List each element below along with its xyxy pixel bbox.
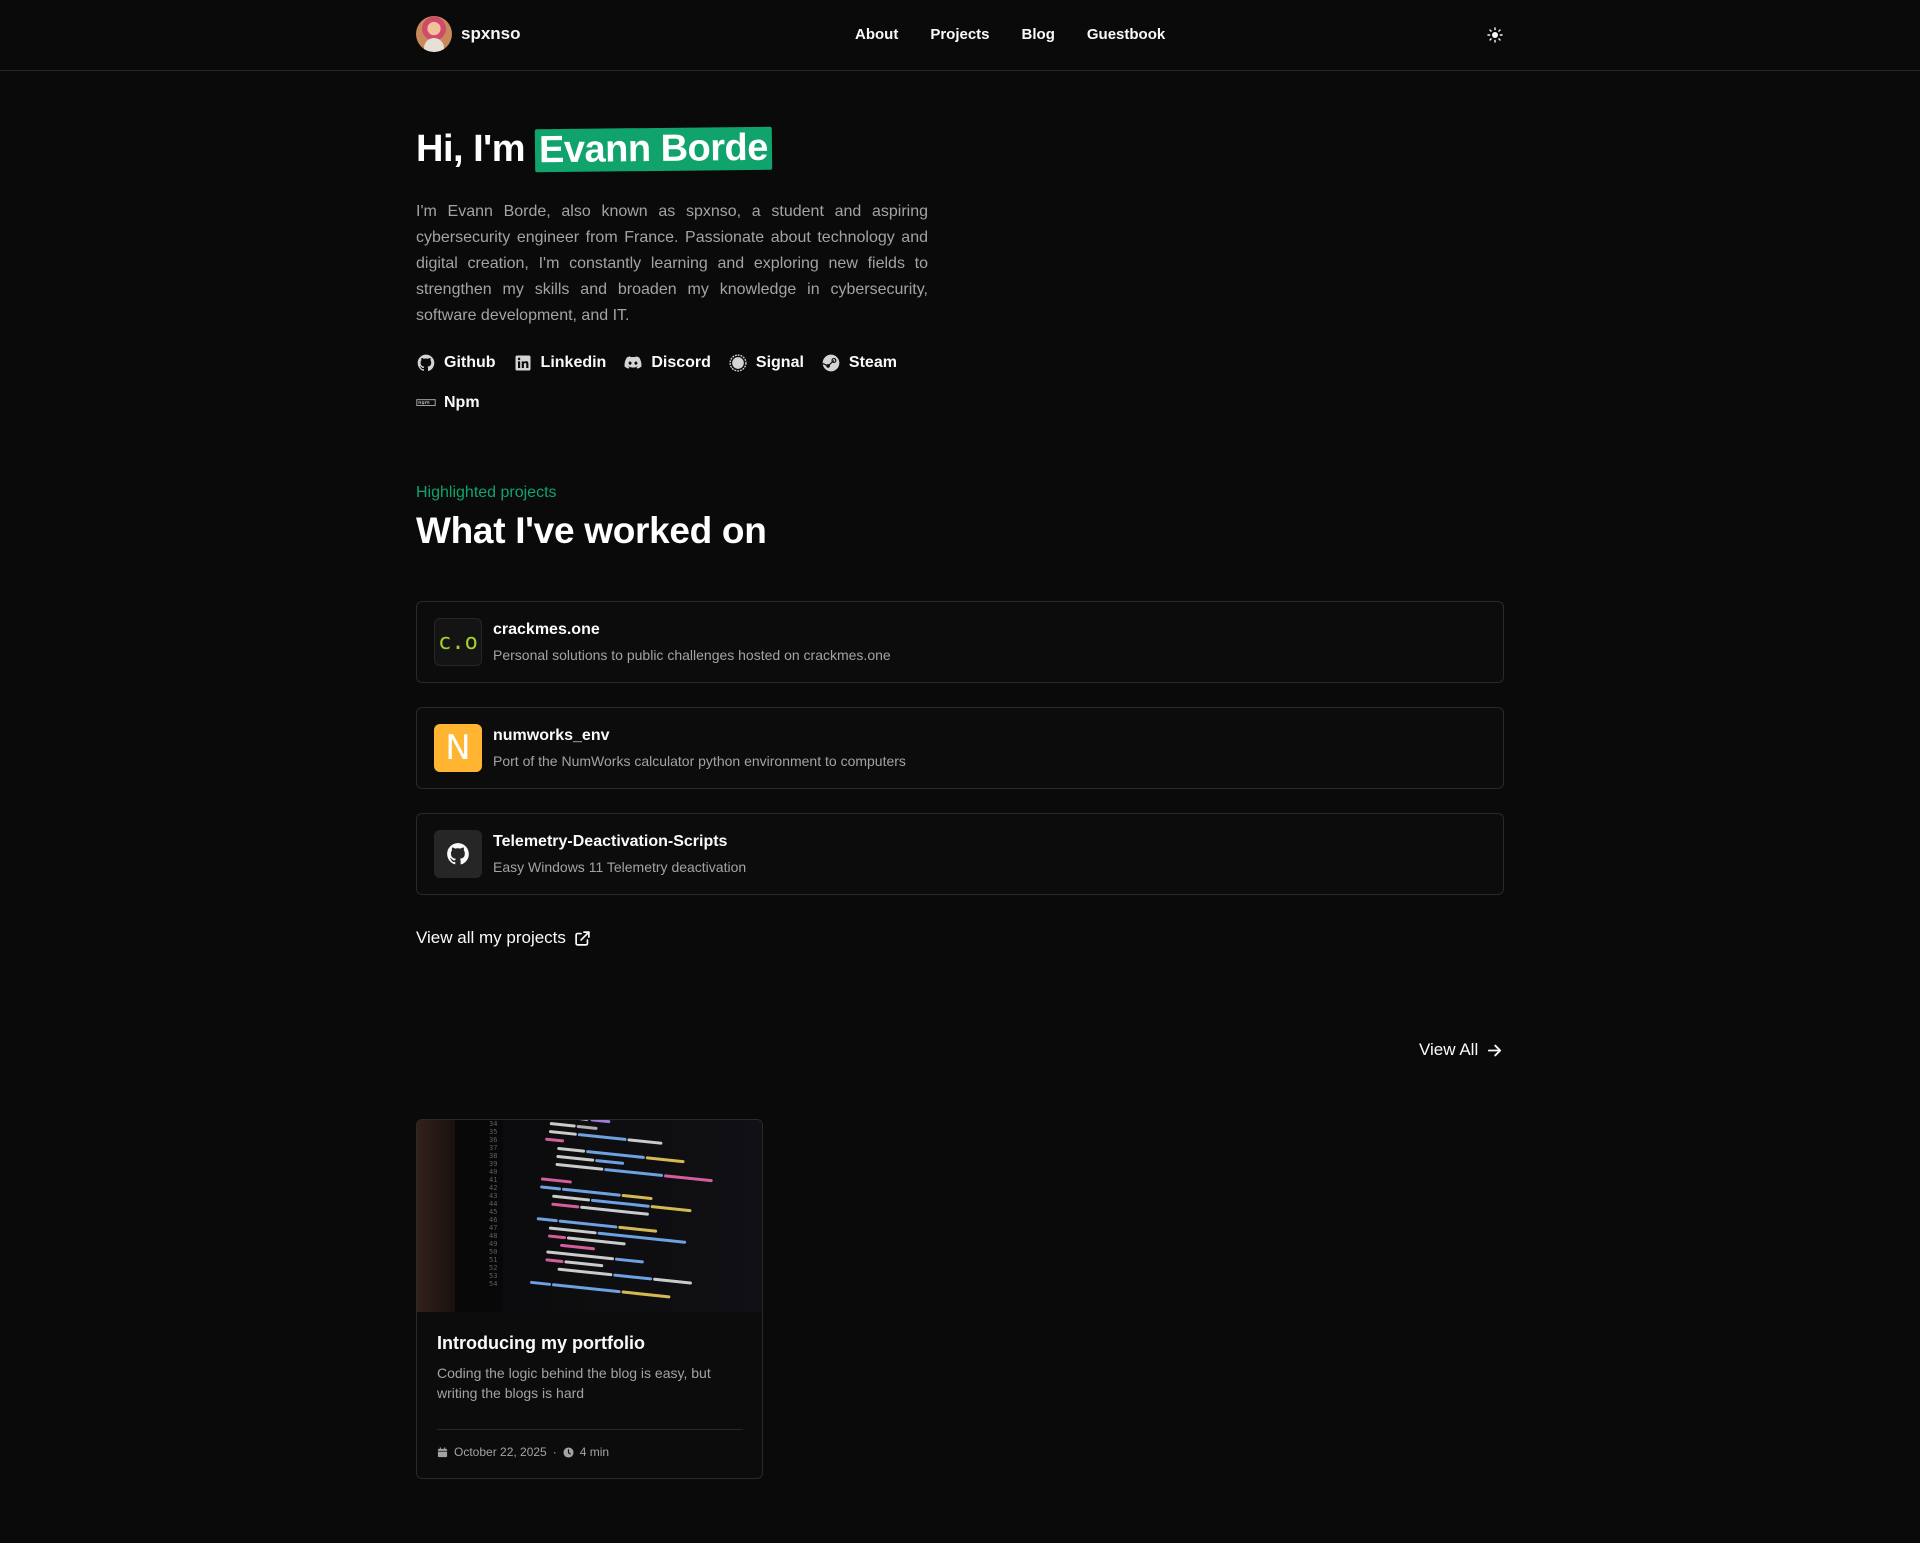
social-steam-label: Steam bbox=[848, 354, 897, 371]
blog-post-thumbnail: 343536 373839 404142 434445 464748 49505… bbox=[417, 1120, 762, 1312]
brand-home-link[interactable]: spxnso bbox=[416, 16, 521, 52]
discord-icon bbox=[624, 356, 642, 369]
social-linkedin-link[interactable]: Linkedin bbox=[513, 352, 607, 374]
site-header: spxnso About Projects Blog Guestbook bbox=[0, 0, 1920, 71]
social-links: Github Linkedin Discord Signal Steam Npm bbox=[416, 352, 936, 414]
numworks-logo: N bbox=[434, 724, 482, 772]
view-all-projects-link[interactable]: View all my projects bbox=[416, 928, 591, 948]
github-icon bbox=[417, 354, 435, 372]
github-logo-icon bbox=[434, 830, 482, 878]
blog-post-read-time: 4 min bbox=[579, 1445, 610, 1459]
blog-post-description: Coding the logic behind the blog is easy… bbox=[437, 1365, 711, 1401]
nav-blog[interactable]: Blog bbox=[1022, 26, 1055, 43]
project-description: Personal solutions to public challenges … bbox=[493, 647, 891, 663]
social-signal-link[interactable]: Signal bbox=[728, 352, 804, 374]
social-discord-label: Discord bbox=[651, 354, 711, 371]
social-github-link[interactable]: Github bbox=[416, 352, 496, 374]
blog-post-title: Introducing my portfolio bbox=[437, 1333, 645, 1353]
crackmes-logo: c.o bbox=[434, 618, 482, 666]
avatar bbox=[416, 16, 452, 52]
project-description: Easy Windows 11 Telemetry deactivation bbox=[493, 859, 747, 875]
project-title: Telemetry-Deactivation-Scripts bbox=[493, 833, 728, 850]
project-card-numworks[interactable]: N numworks_env Port of the NumWorks calc… bbox=[416, 707, 1504, 789]
social-github-label: Github bbox=[444, 354, 496, 371]
social-npm-link[interactable]: Npm bbox=[416, 392, 480, 414]
hero-description: I'm Evann Borde, also known as spxnso, a… bbox=[416, 203, 928, 324]
social-discord-link[interactable]: Discord bbox=[623, 352, 711, 374]
hero-name-highlight: Evann Borde bbox=[534, 126, 773, 173]
nav-guestbook[interactable]: Guestbook bbox=[1087, 26, 1165, 43]
nav-about[interactable]: About bbox=[855, 26, 898, 43]
sun-icon[interactable] bbox=[1487, 27, 1503, 43]
blog-post-meta: October 22, 2025 · 4 min bbox=[437, 1445, 609, 1459]
projects-section-title: What I've worked on bbox=[416, 510, 767, 551]
linkedin-icon bbox=[515, 355, 531, 371]
view-all-blog-label: View All bbox=[1419, 1040, 1479, 1059]
project-card-crackmes[interactable]: c.o crackmes.one Personal solutions to p… bbox=[416, 601, 1504, 683]
npm-icon bbox=[416, 399, 436, 406]
nav-projects[interactable]: Projects bbox=[930, 26, 989, 43]
social-steam-link[interactable]: Steam bbox=[821, 352, 897, 374]
social-npm-label: Npm bbox=[444, 394, 480, 411]
steam-icon bbox=[822, 354, 840, 372]
signal-icon bbox=[729, 354, 747, 372]
project-description: Port of the NumWorks calculator python e… bbox=[493, 753, 906, 769]
view-all-blog-link[interactable]: View All bbox=[1419, 1040, 1503, 1060]
meta-separator: · bbox=[552, 1445, 557, 1459]
main-nav: About Projects Blog Guestbook bbox=[855, 26, 1165, 43]
blog-post-date: October 22, 2025 bbox=[454, 1445, 547, 1459]
project-title: numworks_env bbox=[493, 727, 610, 744]
social-signal-label: Signal bbox=[755, 354, 804, 371]
social-linkedin-label: Linkedin bbox=[540, 354, 607, 371]
project-card-telemetry[interactable]: Telemetry-Deactivation-Scripts Easy Wind… bbox=[416, 813, 1504, 895]
blog-post-card[interactable]: 34 35 36 37 38 39 40 41 42 43 44 45 46 47 48 49 50 5… bbox=[416, 1119, 763, 1479]
brand-name: spxnso bbox=[461, 24, 521, 43]
hero-title: Hi, I'm Evann Borde bbox=[416, 126, 773, 173]
arrow-right-icon bbox=[1488, 1044, 1502, 1056]
projects-eyebrow: Highlighted projects bbox=[416, 484, 557, 501]
external-link-icon bbox=[575, 930, 590, 946]
divider bbox=[437, 1429, 743, 1430]
project-title: crackmes.one bbox=[493, 621, 600, 638]
hero-greeting: Hi, I'm bbox=[416, 128, 526, 170]
view-all-projects-label: View all my projects bbox=[416, 928, 566, 947]
clock-icon bbox=[563, 1446, 574, 1458]
calendar-icon bbox=[437, 1446, 448, 1457]
